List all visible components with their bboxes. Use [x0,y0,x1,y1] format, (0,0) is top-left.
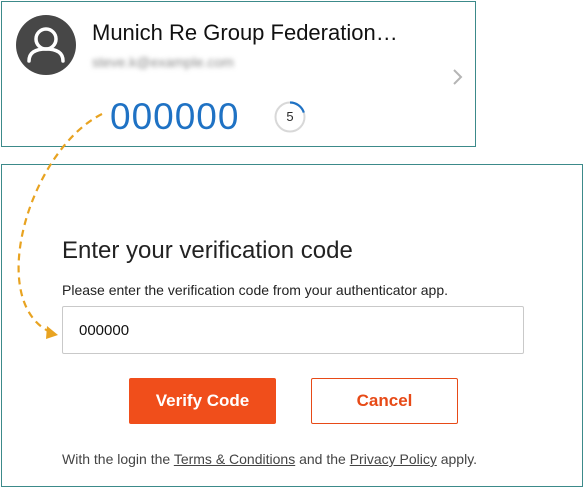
countdown-ring-icon: 5 [273,100,307,134]
privacy-link[interactable]: Privacy Policy [350,451,437,467]
verification-panel: Enter your verification code Please ente… [1,164,583,487]
instructions-text: Please enter the verification code from … [62,282,448,298]
one-time-code: 000000 [110,96,240,137]
authenticator-account-card[interactable]: Munich Re Group Federation… steve.k@exam… [1,1,476,147]
account-email-blurred: steve.k@example.com [92,54,234,70]
terms-link[interactable]: Terms & Conditions [174,451,295,467]
page-title: Enter your verification code [62,237,353,264]
account-name: Munich Re Group Federation… [92,20,398,45]
legal-notice: With the login the Terms & Conditions an… [62,451,477,467]
legal-middle: and the [299,451,346,467]
legal-prefix: With the login the [62,451,171,467]
verification-code-input[interactable] [62,306,524,354]
verify-code-button[interactable]: Verify Code [129,378,276,424]
chevron-right-icon[interactable] [450,66,466,88]
cancel-button[interactable]: Cancel [311,378,458,424]
legal-suffix: apply. [440,451,478,467]
person-avatar-icon [16,15,76,75]
countdown-seconds: 5 [286,109,294,124]
